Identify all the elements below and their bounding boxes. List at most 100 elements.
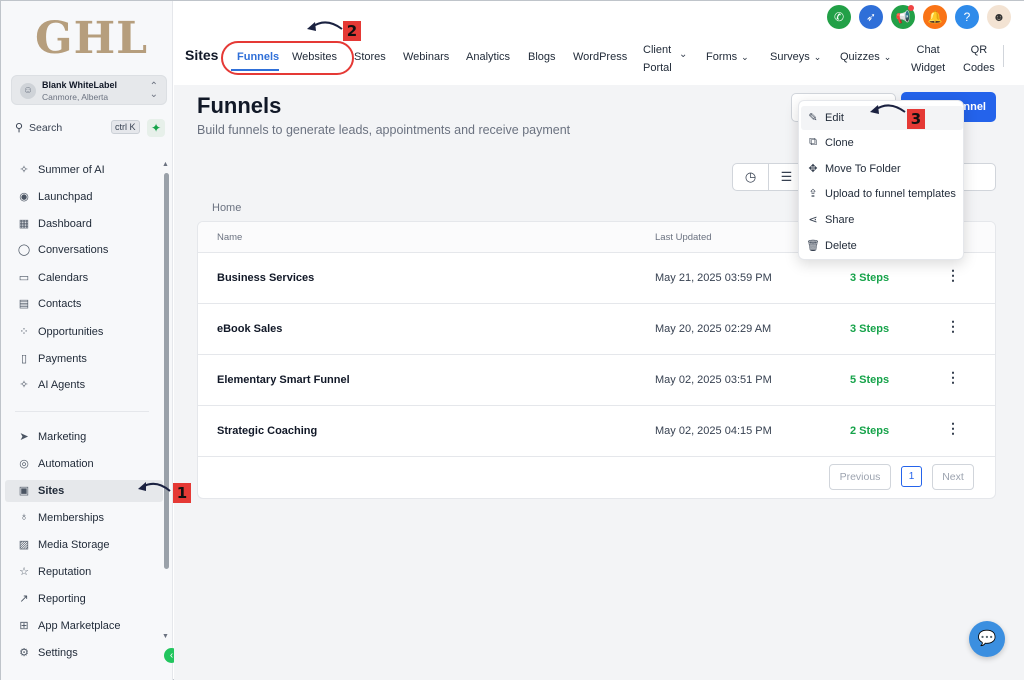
row-context-menu: ✎ Edit ⧉ Clone ✥ Move To Folder ⇪ Upload…	[798, 100, 964, 260]
more-options-icon[interactable]: ⋮	[946, 369, 960, 386]
sidebar-item-label: Payments	[38, 353, 87, 365]
quick-action-button[interactable]: ✦	[147, 119, 165, 137]
sidebar-item-dashboard[interactable]: ▦ Dashboard	[15, 213, 163, 235]
tab-webinars[interactable]: Webinars	[403, 51, 449, 63]
account-switcher[interactable]: ☺ Blank WhiteLabel Canmore, Alberta ⌃ ⌄	[11, 75, 167, 105]
tab-stores[interactable]: Stores	[354, 51, 386, 63]
header-icons: ✆ ➶ 📢 🔔 ? ☻	[827, 5, 1011, 31]
more-options-icon[interactable]: ⋮	[946, 267, 960, 284]
next-page-button[interactable]: Next	[932, 464, 974, 490]
chevron-left-icon: ‹	[169, 650, 174, 661]
recent-view-button[interactable]: ◷	[733, 164, 769, 190]
sidebar-item-opportunities[interactable]: ⁘ Opportunities	[15, 321, 163, 343]
steps-link[interactable]: 2 Steps	[850, 425, 889, 437]
sidebar-item-summer-of-ai[interactable]: ✧ Summer of AI	[15, 159, 163, 181]
menu-item-clone[interactable]: ⧉ Clone	[801, 131, 963, 155]
tab-label: Surveys	[770, 51, 810, 63]
scroll-down-icon[interactable]: ▼	[162, 633, 169, 640]
phone-icon: ✆	[833, 10, 845, 24]
menu-item-upload-to-templates[interactable]: ⇪ Upload to funnel templates	[801, 182, 963, 206]
user-avatar[interactable]: ☻	[987, 5, 1011, 29]
pencil-icon: ✎	[808, 112, 818, 124]
sidebar-item-payments[interactable]: ▯ Payments	[15, 348, 163, 370]
sidebar-item-memberships[interactable]: ♁ Memberships	[15, 507, 163, 529]
menu-item-label: Clone	[825, 137, 854, 149]
account-location: Canmore, Alberta	[42, 92, 109, 102]
table-row[interactable]: Elementary Smart Funnel May 02, 2025 03:…	[198, 355, 995, 406]
funnel-name[interactable]: eBook Sales	[217, 323, 282, 335]
tab-wordpress[interactable]: WordPress	[573, 51, 627, 63]
lightning-icon: ✦	[150, 121, 162, 135]
tab-label-line1: Client	[643, 44, 672, 56]
menu-item-label: Delete	[825, 240, 857, 252]
user-icon: ☺	[20, 83, 36, 99]
steps-link[interactable]: 3 Steps	[850, 323, 889, 335]
more-options-icon[interactable]: ⋮	[946, 420, 960, 437]
tab-forms[interactable]: Forms ⌄	[706, 51, 749, 63]
sidebar-item-automation[interactable]: ◎ Automation	[15, 453, 163, 475]
section-title: Sites	[185, 47, 219, 63]
tab-client-portal[interactable]: Client Portal	[643, 41, 672, 77]
column-header-last-updated[interactable]: Last Updated	[655, 232, 712, 243]
chevron-down-icon[interactable]: ⌄	[679, 49, 687, 60]
account-name: Blank WhiteLabel	[42, 80, 118, 90]
chevron-down-icon: ⌄	[741, 52, 749, 62]
page-number-button[interactable]: 1	[901, 466, 922, 487]
gear-icon: ⚙	[19, 647, 29, 659]
sidebar-item-app-marketplace[interactable]: ⊞ App Marketplace	[15, 615, 163, 637]
steps-link[interactable]: 5 Steps	[850, 374, 889, 386]
sidebar-item-calendars[interactable]: ▭ Calendars	[15, 267, 163, 289]
last-updated: May 21, 2025 03:59 PM	[655, 272, 772, 284]
sidebar-item-reputation[interactable]: ☆ Reputation	[15, 561, 163, 583]
funnel-name[interactable]: Strategic Coaching	[217, 425, 317, 437]
sidebar-item-conversations[interactable]: ◯ Conversations	[15, 239, 163, 261]
sidebar-item-ai-agents[interactable]: ✧ AI Agents	[15, 374, 163, 396]
sidebar-item-contacts[interactable]: ▤ Contacts	[15, 293, 163, 315]
notifications-button[interactable]: 🔔	[923, 5, 947, 29]
scroll-up-icon[interactable]: ▲	[162, 161, 169, 168]
table-row[interactable]: Strategic Coaching May 02, 2025 04:15 PM…	[198, 406, 995, 457]
tab-analytics[interactable]: Analytics	[466, 51, 510, 63]
rocket-icon: ➶	[865, 10, 877, 24]
menu-item-label: Share	[825, 214, 855, 226]
sidebar-item-label: Automation	[38, 458, 94, 470]
search-button[interactable]: ⚲ Search ctrl K	[11, 119, 141, 137]
sidebar-item-label: Launchpad	[38, 191, 93, 203]
table-row[interactable]: Business Services May 21, 2025 03:59 PM …	[198, 253, 995, 304]
sidebar-item-marketing[interactable]: ➤ Marketing	[15, 426, 163, 448]
funnels-table: Name Last Updated Business Services May …	[197, 221, 996, 499]
list-icon: ☰	[780, 169, 793, 184]
header-divider	[1003, 45, 1004, 67]
menu-item-delete[interactable]: 🗑 Delete	[801, 234, 963, 258]
sidebar-item-settings[interactable]: ⚙ Settings	[15, 642, 163, 664]
previous-page-button[interactable]: Previous	[829, 464, 891, 490]
notification-dot	[908, 5, 914, 11]
tab-surveys[interactable]: Surveys ⌄	[770, 51, 821, 63]
tab-qr-codes[interactable]: QR Codes	[963, 41, 995, 77]
breadcrumb[interactable]: Home	[212, 202, 241, 214]
tab-quizzes[interactable]: Quizzes ⌄	[840, 51, 891, 63]
launch-button[interactable]: ➶	[859, 5, 883, 29]
tab-blogs[interactable]: Blogs	[528, 51, 556, 63]
table-row[interactable]: eBook Sales May 20, 2025 02:29 AM 3 Step…	[198, 304, 995, 355]
announcements-button[interactable]: 📢	[891, 5, 915, 29]
brand-logo[interactable]: GHL	[35, 13, 148, 64]
tab-label: Forms	[706, 51, 738, 63]
tab-chat-widget[interactable]: Chat Widget	[911, 41, 945, 77]
menu-item-move-to-folder[interactable]: ✥ Move To Folder	[801, 157, 963, 181]
menu-item-share[interactable]: ⋖ Share	[801, 208, 963, 232]
funnel-name[interactable]: Business Services	[217, 272, 314, 284]
steps-link[interactable]: 3 Steps	[850, 272, 889, 284]
sidebar-item-launchpad[interactable]: ◉ Launchpad	[15, 186, 163, 208]
menu-item-label: Upload to funnel templates	[825, 188, 956, 200]
sidebar-item-media-storage[interactable]: ▨ Media Storage	[15, 534, 163, 556]
column-header-name[interactable]: Name	[217, 232, 242, 243]
phone-button[interactable]: ✆	[827, 5, 851, 29]
tab-label: Quizzes	[840, 51, 880, 63]
sidebar-scrollbar[interactable]	[164, 173, 169, 569]
help-button[interactable]: ?	[955, 5, 979, 29]
funnel-name[interactable]: Elementary Smart Funnel	[217, 374, 350, 386]
more-options-icon[interactable]: ⋮	[946, 318, 960, 335]
chat-widget-button[interactable]: 💬	[969, 621, 1005, 657]
sidebar-item-reporting[interactable]: ↗ Reporting	[15, 588, 163, 610]
